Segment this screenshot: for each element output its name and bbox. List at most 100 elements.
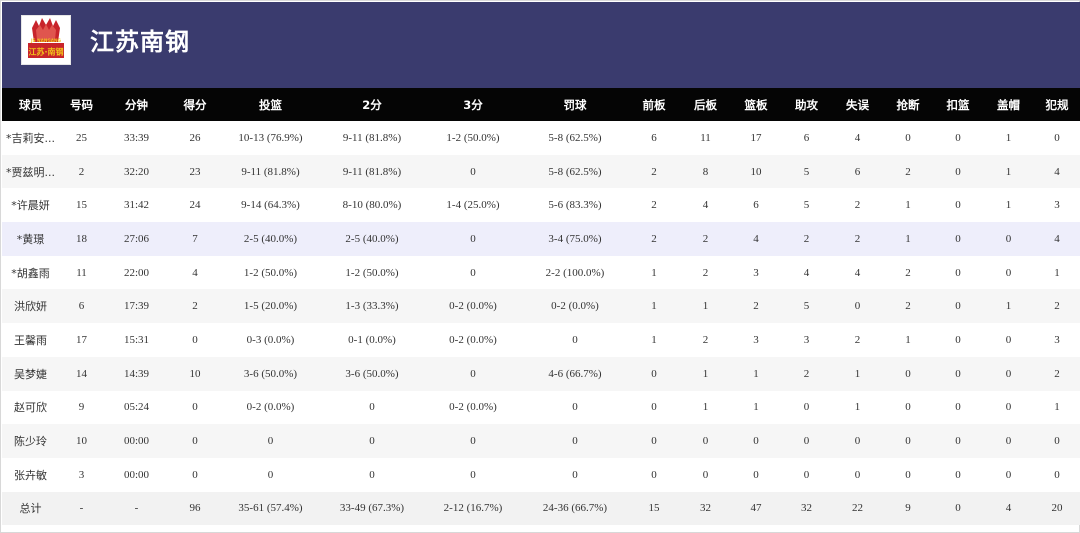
- stat-cell: 2: [1054, 300, 1060, 313]
- stat-cell: 10: [76, 435, 87, 448]
- stat-cell: 1: [651, 333, 657, 346]
- stat-cell: 2: [753, 300, 759, 313]
- stat-cell: 31:42: [123, 199, 150, 212]
- stat-cell: 32: [700, 502, 711, 515]
- stat-cell: 2: [651, 199, 657, 212]
- stat-cell: 0-2 (0.0%): [246, 401, 295, 414]
- stat-cell: 0: [369, 435, 375, 448]
- stat-cell: 24: [189, 199, 201, 212]
- stat-cell: 0: [267, 468, 274, 481]
- stat-cell: 0: [955, 131, 961, 144]
- stat-cell: 1: [1054, 266, 1060, 279]
- stat-cell: 32: [801, 502, 812, 515]
- stat-cell: 2: [702, 333, 709, 346]
- stat-cell: 0-2 (0.0%): [449, 333, 497, 346]
- stat-cell: 1: [854, 401, 861, 414]
- table-row: *黄璟 18 27:06 7 2-5 (40.0%) 2-5 (40.0%) 0 3-4 (7…: [2, 222, 1080, 256]
- stat-cell: 4: [854, 131, 861, 144]
- stat-cell: 8-10 (80.0%): [342, 199, 402, 212]
- stat-cell: 4: [1054, 165, 1060, 178]
- table-body: *吉莉安... 25 33:39 26 10-13 (76.9%) 9-11 (81.8%…: [2, 121, 1080, 525]
- stat-cell: 0: [955, 468, 961, 481]
- stat-cell: 2: [702, 232, 709, 245]
- stat-cell: 1-5 (20.0%): [243, 300, 298, 313]
- stat-cell: 0: [955, 333, 961, 346]
- table-row: 陈少玲 10 00:00 0 0 0 0 0 0 0 0 0 0 0 0 0 0: [2, 424, 1080, 458]
- stat-cell: 2: [905, 300, 911, 313]
- stat-cell: 9-14 (64.3%): [241, 199, 300, 212]
- stat-cell: 0: [905, 401, 911, 414]
- box-score-table: 球员 号码 分钟 得分 投篮 2分 3分 罚球 前板 后板 篮板 助攻 失误 抢断 扣篮 盖帽 犯规 *吉莉安.…: [2, 88, 1080, 525]
- stat-cell: 2: [1054, 367, 1060, 380]
- column-header-6: 3分: [463, 97, 483, 112]
- team-logo-graphic: JS NANGANG 江苏·南钢: [28, 18, 64, 58]
- stat-cell: 0: [905, 435, 911, 448]
- stat-cell: 0: [1005, 435, 1012, 448]
- column-header-11: 助攻: [795, 97, 818, 112]
- stat-cell: 1-2 (50.0%): [446, 131, 500, 144]
- stat-cell: 6: [854, 165, 861, 178]
- player-name-cell: 张卉敏: [14, 468, 47, 482]
- stat-cell: 35-61 (57.4%): [238, 502, 303, 515]
- stat-cell: 0: [955, 300, 961, 313]
- stat-cell: 9-11 (81.8%): [241, 165, 300, 178]
- stat-cell: 0: [470, 165, 476, 178]
- stat-cell: 2-2 (100.0%): [545, 266, 605, 279]
- stat-cell: 0: [955, 266, 961, 279]
- stat-cell: 0: [470, 232, 476, 245]
- stat-cell: 2: [803, 232, 810, 245]
- stat-cell: 00:00: [123, 468, 150, 481]
- table-row: 洪欣妍 6 17:39 2 1-5 (20.0%) 1-3 (33.3%) 0-2 (0.0…: [2, 289, 1080, 324]
- stat-cell: 1-2 (50.0%): [345, 266, 399, 279]
- stat-cell: 3: [753, 333, 759, 346]
- stat-cell: 0: [955, 435, 961, 448]
- stat-cell: 3: [753, 266, 759, 279]
- stat-cell: 2: [854, 199, 861, 212]
- stat-cell: 20: [1051, 502, 1063, 515]
- stat-cell: 2: [78, 165, 85, 178]
- stat-cell: 0: [905, 468, 911, 481]
- stat-cell: 27:06: [123, 232, 150, 245]
- stat-cell: 0: [753, 468, 759, 481]
- stat-cell: 5: [803, 199, 810, 212]
- stat-cell: 0: [369, 401, 375, 414]
- stat-cell: 15:31: [123, 333, 150, 346]
- stat-cell: 0: [854, 435, 861, 448]
- player-name-cell: 赵可欣: [14, 401, 47, 415]
- stat-cell: 2: [905, 266, 911, 279]
- stat-cell: 0: [1005, 232, 1012, 245]
- stat-cell: 0: [905, 367, 911, 380]
- team-header: JS NANGANG 江苏·南钢 江苏南钢: [2, 2, 1080, 88]
- stat-cell: 11: [76, 266, 87, 279]
- stat-cell: 4-6 (66.7%): [548, 367, 602, 380]
- stat-cell: 0: [1054, 468, 1060, 481]
- stat-cell: 0-2 (0.0%): [449, 401, 497, 414]
- stat-cell: 24-36 (66.7%): [542, 502, 608, 515]
- stat-cell: 0: [955, 232, 961, 245]
- stat-cell: 5-6 (83.3%): [548, 199, 602, 212]
- stat-cell: 5-8 (62.5%): [548, 131, 602, 144]
- player-name-cell: 陈少玲: [14, 435, 47, 449]
- stat-cell: 0: [803, 468, 810, 481]
- stat-cell: 18: [76, 232, 87, 245]
- stat-cell: 6: [753, 199, 759, 212]
- stat-cell: 9-11 (81.8%): [342, 165, 402, 178]
- stat-cell: 15: [76, 199, 87, 212]
- stat-cell: 0: [192, 401, 198, 414]
- stat-cell: 0: [267, 435, 274, 448]
- stat-cell: 1: [905, 232, 911, 245]
- stat-cell: 2: [803, 367, 810, 380]
- player-name-cell: *贾兹明...: [6, 165, 55, 179]
- stat-cell: 0-3 (0.0%): [246, 333, 295, 346]
- stat-cell: 8: [702, 165, 709, 178]
- table-row: 王馨雨 17 15:31 0 0-3 (0.0%) 0-1 (0.0%) 0-2 (0.0%…: [2, 323, 1080, 357]
- stat-cell: 26: [189, 131, 201, 144]
- stat-cell: 11: [700, 131, 711, 144]
- stat-cell: 4: [1005, 502, 1012, 515]
- stat-cell: 0: [1005, 468, 1012, 481]
- team-name: 江苏南钢: [90, 28, 190, 56]
- column-header-3: 得分: [183, 97, 207, 112]
- stat-cell: 0: [192, 435, 198, 448]
- stat-cell: 1: [753, 367, 759, 380]
- logo-text-top: JS NANGANG: [30, 38, 61, 43]
